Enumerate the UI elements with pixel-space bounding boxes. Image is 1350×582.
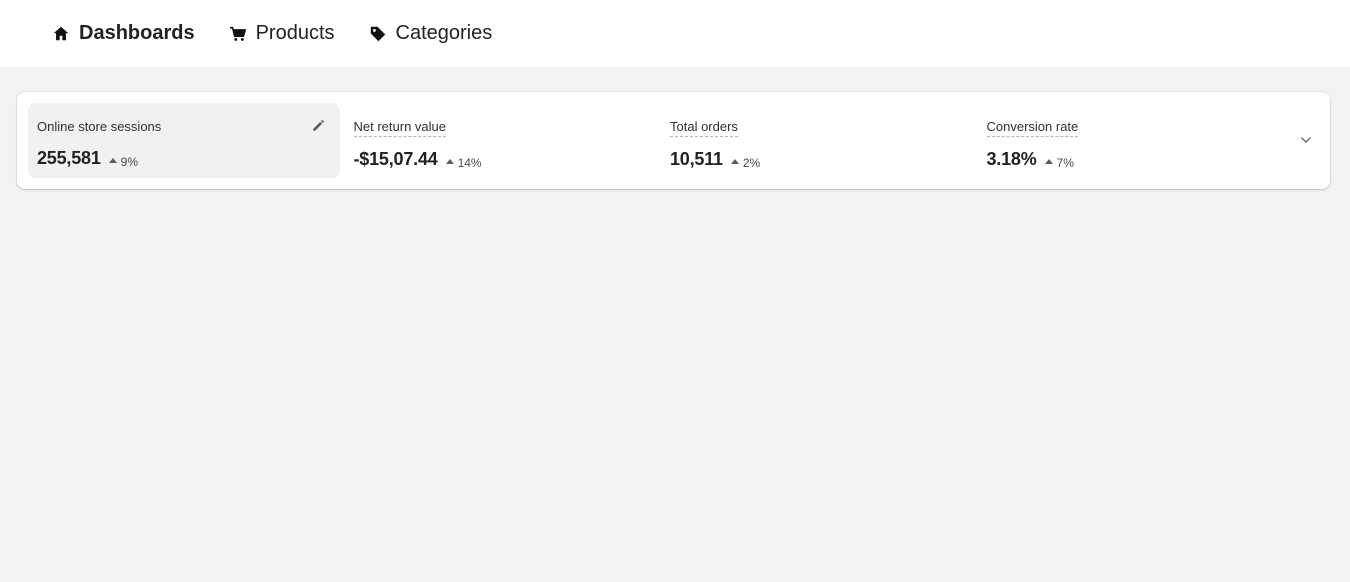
caret-up-icon [108,158,117,163]
metric-online-store-sessions[interactable]: Online store sessions 255,581 9% [28,103,340,178]
edit-metric-button[interactable] [310,117,326,133]
metric-change-value: 2% [742,155,761,170]
metric-label: Net return value [353,119,446,137]
metric-change: 14% [445,155,482,170]
metrics-card: Online store sessions 255,581 9% Net ret… [17,92,1330,189]
metric-change: 2% [730,155,761,170]
home-icon [52,25,70,43]
nav-categories-label: Categories [395,22,493,44]
metric-change-value: 14% [457,155,482,170]
caret-up-icon [1044,159,1053,164]
expand-metrics-button[interactable] [1298,132,1314,148]
chevron-down-icon [1301,137,1311,143]
metric-change-value: 7% [1056,155,1074,170]
metric-value: -$15,07.44 [353,149,438,169]
cart-icon [229,25,247,43]
caret-up-icon [730,159,739,164]
nav-dashboards-label: Dashboards [79,22,195,44]
metric-net-return-value[interactable]: Net return value -$15,07.44 14% [345,103,657,178]
metric-value: 255,581 [37,148,101,168]
nav-dashboards[interactable]: Dashboards [52,22,195,45]
metric-change: 7% [1044,155,1074,170]
metric-total-orders[interactable]: Total orders 10,511 2% [661,103,973,178]
nav-products-label: Products [255,22,335,44]
metric-value: 10,511 [670,149,723,169]
tag-icon [369,25,387,43]
metric-label: Conversion rate [986,119,1079,137]
caret-up-icon [445,159,454,164]
nav-products[interactable]: Products [229,22,335,45]
pencil-icon [312,119,324,131]
metric-conversion-rate[interactable]: Conversion rate 3.18% 7% [978,103,1290,178]
metric-label: Online store sessions [37,119,162,134]
top-navigation: Dashboards Products Categories [0,0,1350,67]
metric-value: 3.18% [986,149,1037,169]
metric-label: Total orders [670,119,738,137]
metric-change: 9% [108,154,139,169]
nav-categories[interactable]: Categories [369,22,493,45]
metric-change-value: 9% [120,154,139,169]
